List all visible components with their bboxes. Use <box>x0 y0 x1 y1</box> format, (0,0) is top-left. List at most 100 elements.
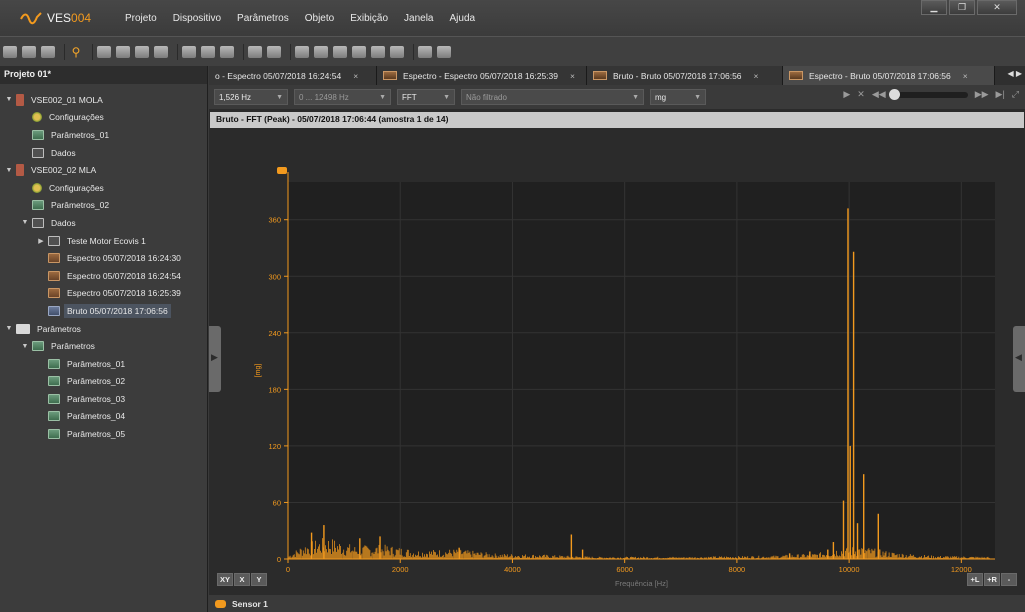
filter-select[interactable]: Não filtrado ▼ <box>461 89 644 105</box>
expand-arrow-icon[interactable]: ▼ <box>20 219 30 226</box>
tree-item-label: Parâmetros <box>37 323 81 334</box>
axis-side-button[interactable]: +L <box>967 573 983 586</box>
document-tab[interactable]: Bruto - Bruto 05/07/2018 17:06:56 × <box>587 66 783 85</box>
expand-arrow-icon[interactable]: ▼ <box>20 343 30 350</box>
camera-icon[interactable] <box>390 45 404 58</box>
open-icon[interactable] <box>22 45 36 58</box>
tree-item[interactable]: ▶ Teste Motor Ecovis 1 <box>0 232 207 250</box>
axis-button-xy[interactable]: XY <box>217 573 233 586</box>
copy-icon[interactable] <box>220 45 234 58</box>
slider-knob[interactable] <box>888 88 900 100</box>
tab-scroll-arrows[interactable]: ◀ ▶ <box>1007 69 1022 78</box>
monitor-icon[interactable] <box>295 45 309 58</box>
legend-swatch <box>215 599 226 608</box>
play-icon[interactable] <box>418 45 432 58</box>
axis-button-x[interactable]: X <box>234 573 250 586</box>
chart-icon[interactable] <box>314 45 328 58</box>
maximize-button[interactable]: ❐ <box>949 0 975 15</box>
delete-icon[interactable] <box>437 45 451 58</box>
import-icon[interactable] <box>201 45 215 58</box>
disconnect-icon[interactable] <box>116 45 130 58</box>
menu-bar: Projeto Dispositivo Parâmetros Objeto Exibiç… <box>125 13 491 24</box>
close-button[interactable]: ✕ <box>977 0 1017 15</box>
tree-item[interactable]: Bruto 05/07/2018 17:06:56 <box>0 302 207 320</box>
tab-close-icon[interactable]: × <box>963 71 968 81</box>
axis-button-y[interactable]: Y <box>251 573 267 586</box>
minimize-button[interactable]: ▁ <box>921 0 947 15</box>
tree-item[interactable]: ▼ VSE002_02 MLA <box>0 161 207 179</box>
refresh-icon[interactable] <box>248 45 262 58</box>
save-icon[interactable] <box>41 45 55 58</box>
upload-icon[interactable] <box>135 45 149 58</box>
mode-select[interactable]: FFT ▼ <box>397 89 455 105</box>
tree-item[interactable]: ▼ Parâmetros <box>0 320 207 338</box>
project-header: Projeto 01* <box>0 66 207 84</box>
tree-item[interactable]: Parâmetros_02 <box>0 197 207 215</box>
new-device-icon[interactable] <box>3 45 17 58</box>
graph-icon[interactable] <box>352 45 366 58</box>
play-button[interactable]: ▶ <box>843 89 850 100</box>
table-icon[interactable] <box>333 45 347 58</box>
resolution-select[interactable]: 1,526 Hz ▼ <box>214 89 288 105</box>
tree-item[interactable]: Parâmetros_01 <box>0 126 207 144</box>
tree-item[interactable]: Parâmetros_04 <box>0 408 207 426</box>
expand-arrow-icon[interactable]: ▼ <box>4 167 14 174</box>
tree-item[interactable]: Parâmetros_03 <box>0 390 207 408</box>
fit-button[interactable]: ✕ <box>857 89 865 100</box>
right-panel-toggle[interactable] <box>1013 326 1025 392</box>
unit-select[interactable]: mg ▼ <box>650 89 706 105</box>
tree-item-label: Parâmetros_02 <box>67 376 126 387</box>
folder-icon <box>16 323 30 334</box>
document-tab[interactable]: Espectro - Bruto 05/07/2018 17:06:56 × <box>783 66 995 85</box>
tab-close-icon[interactable]: × <box>754 71 759 81</box>
rewind-button[interactable]: ◀◀ <box>872 89 886 100</box>
toolbar-separator <box>177 43 178 60</box>
tree-item[interactable]: Parâmetros_02 <box>0 373 207 391</box>
tree-item[interactable]: Dados <box>0 144 207 162</box>
menu-objeto[interactable]: Objeto <box>305 13 334 24</box>
logo-wave-icon <box>20 12 42 25</box>
document-tab[interactable]: Espectro - Espectro 05/07/2018 16:25:39 × <box>377 66 587 85</box>
menu-parametros[interactable]: Parâmetros <box>237 13 289 24</box>
export-icon[interactable] <box>182 45 196 58</box>
app-logo: VES004 <box>20 11 125 25</box>
search-icon[interactable]: ⚲ <box>69 46 83 58</box>
tree-item[interactable]: Espectro 05/07/2018 16:24:54 <box>0 267 207 285</box>
tree-item[interactable]: ▼ Parâmetros <box>0 337 207 355</box>
connect-icon[interactable] <box>97 45 111 58</box>
range-select[interactable]: 0 ... 12498 Hz ▼ <box>294 89 391 105</box>
sync-icon[interactable] <box>267 45 281 58</box>
menu-ajuda[interactable]: Ajuda <box>449 13 475 24</box>
tree-item[interactable]: ▼ Dados <box>0 214 207 232</box>
tree-item[interactable]: Parâmetros_01 <box>0 355 207 373</box>
tree-item[interactable]: Configurações <box>0 179 207 197</box>
tab-close-icon[interactable]: × <box>353 71 358 81</box>
document-tab[interactable]: o - Espectro 05/07/2018 16:24:54 × <box>209 66 377 85</box>
tree-item[interactable]: ▼ VSE002_01 MOLA <box>0 91 207 109</box>
expand-arrow-icon[interactable]: ▼ <box>4 325 14 332</box>
forward-button[interactable]: ▶▶ <box>975 89 989 100</box>
spectrum-view-icon[interactable] <box>371 45 385 58</box>
fft-chart[interactable]: 0 2000 4000 6000 8000 10000 120000601201802403… <box>209 128 1025 592</box>
axis-side-button[interactable]: - <box>1001 573 1017 586</box>
tree-item[interactable]: Parâmetros_05 <box>0 425 207 443</box>
menu-janela[interactable]: Janela <box>404 13 433 24</box>
end-button[interactable]: ▶| <box>996 89 1005 100</box>
device-icon <box>16 164 24 177</box>
menu-projeto[interactable]: Projeto <box>125 13 157 24</box>
expand-arrow-icon[interactable]: ▶ <box>36 237 46 245</box>
tab-close-icon[interactable]: × <box>570 71 575 81</box>
left-panel-toggle[interactable] <box>209 326 221 392</box>
tree-item[interactable]: Espectro 05/07/2018 16:25:39 <box>0 285 207 303</box>
menu-dispositivo[interactable]: Dispositivo <box>173 13 221 24</box>
tree-item[interactable]: Espectro 05/07/2018 16:24:30 <box>0 249 207 267</box>
download-icon[interactable] <box>154 45 168 58</box>
data-icon <box>32 217 44 228</box>
expand-icon[interactable]: ⤢ <box>1012 89 1019 100</box>
tree-item[interactable]: Configurações <box>0 109 207 127</box>
sample-slider[interactable] <box>888 88 968 100</box>
axis-side-button[interactable]: +R <box>984 573 1000 586</box>
expand-arrow-icon[interactable]: ▼ <box>4 96 14 103</box>
params-icon <box>48 429 60 440</box>
menu-exibicao[interactable]: Exibição <box>350 13 388 24</box>
